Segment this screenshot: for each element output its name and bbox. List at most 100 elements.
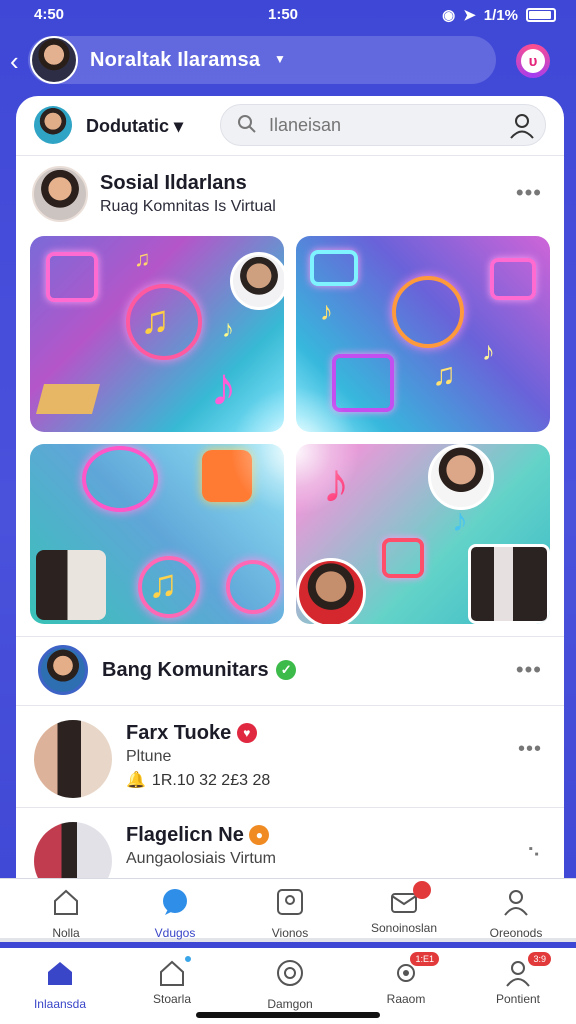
list-item-subtitle: Pltune (126, 748, 172, 765)
notification-dot (183, 954, 193, 964)
post-header: Sosial Ildarlans Ruag Komnitas Is Virtua… (16, 158, 564, 234)
music-note-icon: ♪ (452, 502, 468, 538)
tab-label: Nolla (52, 926, 80, 940)
workspace-switcher[interactable]: Dodutatic ▾ (86, 116, 183, 137)
list-item-meta-text: 1R.10 32 2£3 28 (151, 772, 271, 789)
tab-label: Oreonods (489, 926, 543, 940)
status-bar: 4:50 1:50 ◉ ➤ 1/1% (0, 0, 576, 30)
music-note-icon: ♫ (432, 356, 456, 392)
chat-icon (490, 258, 536, 300)
tab-label: Damgon (267, 997, 313, 1011)
notification-button[interactable]: υ (516, 44, 550, 78)
tab-label: Vionos (271, 926, 309, 940)
list-item-meta: 🔔 1R.10 32 2£3 28 (126, 770, 270, 790)
notification-icon: υ (521, 49, 545, 73)
home-icon (48, 962, 72, 985)
fire-icon: ● (249, 825, 270, 845)
participant-avatar[interactable] (296, 558, 366, 624)
tab-room[interactable]: 1:E1 Raaom (358, 952, 454, 1006)
tab-stories[interactable]: Stoarla (124, 954, 220, 1006)
bell-icon: 🔔 (126, 772, 146, 789)
tab-label: Stoarla (152, 992, 192, 1006)
top-bar: ‹ Noraltak Ilaramsa ▼ υ (0, 32, 576, 88)
user-icon[interactable] (507, 111, 537, 141)
profile-switcher[interactable]: Noraltak Ilaramsa ▼ (28, 36, 496, 84)
person-icon (504, 890, 528, 916)
wifi-icon: ◉ (442, 7, 456, 24)
home-icon (54, 889, 78, 915)
post-title: Sosial Ildarlans (100, 172, 247, 194)
record-icon (392, 276, 464, 348)
tab-home-main[interactable]: Inlaansda (12, 958, 108, 1011)
box-icon (35, 384, 101, 414)
list-item[interactable]: Flagelicn Ne ● Aungaolosiais Virtum ⠢ (16, 810, 564, 886)
badge-icon (277, 960, 303, 986)
heart-icon: ♥ (236, 723, 257, 743)
more-options-icon[interactable]: ⠢ (526, 838, 542, 863)
notification-badge: 3:9 (528, 952, 551, 966)
list-item-title: Flagelicn Ne ● (126, 824, 270, 847)
list-item-avatar (34, 720, 112, 798)
list-item-avatar (34, 822, 112, 886)
music-chat-icon (332, 354, 394, 412)
participant-avatar[interactable] (428, 444, 494, 510)
tab-label: Inlaansda (33, 997, 87, 1011)
tab-messages[interactable]: Sonoinoslan (356, 881, 452, 935)
message-icon (310, 250, 358, 286)
music-note-icon: ♫ (140, 298, 170, 342)
music-note-icon: ♫ (148, 562, 178, 606)
avatar (30, 36, 78, 84)
media-tile[interactable]: ♫ ♪ ♪ ♫ (30, 236, 284, 432)
community-title: Bang Komunitars ✓ (102, 659, 297, 682)
more-options-icon[interactable]: ••• (516, 180, 542, 206)
chat-icon (382, 538, 424, 578)
workspace-name: Dodutatic (86, 116, 169, 136)
participant-photo[interactable] (36, 550, 106, 620)
more-options-icon[interactable]: ••• (516, 657, 542, 683)
participant-photo[interactable] (468, 544, 550, 624)
list-item-title-text: Flagelicn Ne (126, 824, 244, 846)
music-note-icon: ♫ (134, 246, 151, 271)
tab-profile[interactable]: 3:9 Pontient (470, 952, 566, 1006)
tab-badges[interactable]: Damgon (242, 958, 338, 1011)
post-author-avatar[interactable] (32, 166, 88, 222)
more-options-icon[interactable]: ••• (518, 738, 542, 761)
status-time: 1:50 (268, 6, 299, 23)
tab-videos[interactable]: Vdugos (127, 887, 223, 940)
music-note-icon: ♪ (222, 316, 234, 343)
caret-down-icon: ▼ (274, 52, 286, 66)
post-subtitle: Ruag Komnitas Is Virtual (100, 198, 276, 215)
verified-icon: ✓ (276, 660, 297, 680)
music-note-icon: ♪ (320, 296, 333, 326)
main-card: Dodutatic ▾ Sosial Ildarlans Ruag Komnit… (16, 96, 564, 886)
music-note-icon: ♪ (482, 336, 495, 366)
notification-badge (413, 881, 431, 899)
tab-views[interactable]: Vionos (242, 887, 338, 940)
search-input[interactable] (269, 113, 489, 137)
status-time-left: 4:50 (34, 6, 65, 23)
list-item[interactable]: Farx Tuoke ♥ Pltune 🔔 1R.10 32 2£3 28 ••• (16, 708, 564, 808)
secondary-tab-bar: Nolla Vdugos Vionos Sonoinoslan Oreonods (0, 878, 576, 942)
notification-badge: 1:E1 (410, 952, 439, 966)
music-note-icon: ♪ (210, 357, 237, 417)
profile-card-icon (277, 889, 303, 915)
tab-label: Pontient (495, 992, 541, 1006)
card-header: Dodutatic ▾ (16, 96, 564, 156)
light-burst (230, 386, 360, 516)
back-chevron-icon[interactable]: ‹ (10, 46, 19, 77)
workspace-avatar[interactable] (34, 106, 72, 144)
community-title-text: Bang Komunitars (102, 659, 269, 681)
home-indicator (196, 1012, 380, 1018)
signal-text: 1/1% (483, 6, 518, 24)
search-bar[interactable] (220, 104, 546, 146)
community-avatar[interactable] (38, 645, 88, 695)
list-item-title: Farx Tuoke ♥ (126, 722, 257, 745)
battery-icon (526, 8, 556, 22)
tab-home[interactable]: Nolla (18, 887, 114, 940)
music-bubble-icon (226, 560, 280, 614)
tab-friends[interactable]: Oreonods (468, 887, 564, 940)
search-icon (238, 115, 256, 133)
list-item-subtitle: Aungaolosiais Virtum (126, 850, 277, 867)
participant-avatar[interactable] (230, 252, 284, 310)
location-icon: ➤ (463, 7, 476, 24)
